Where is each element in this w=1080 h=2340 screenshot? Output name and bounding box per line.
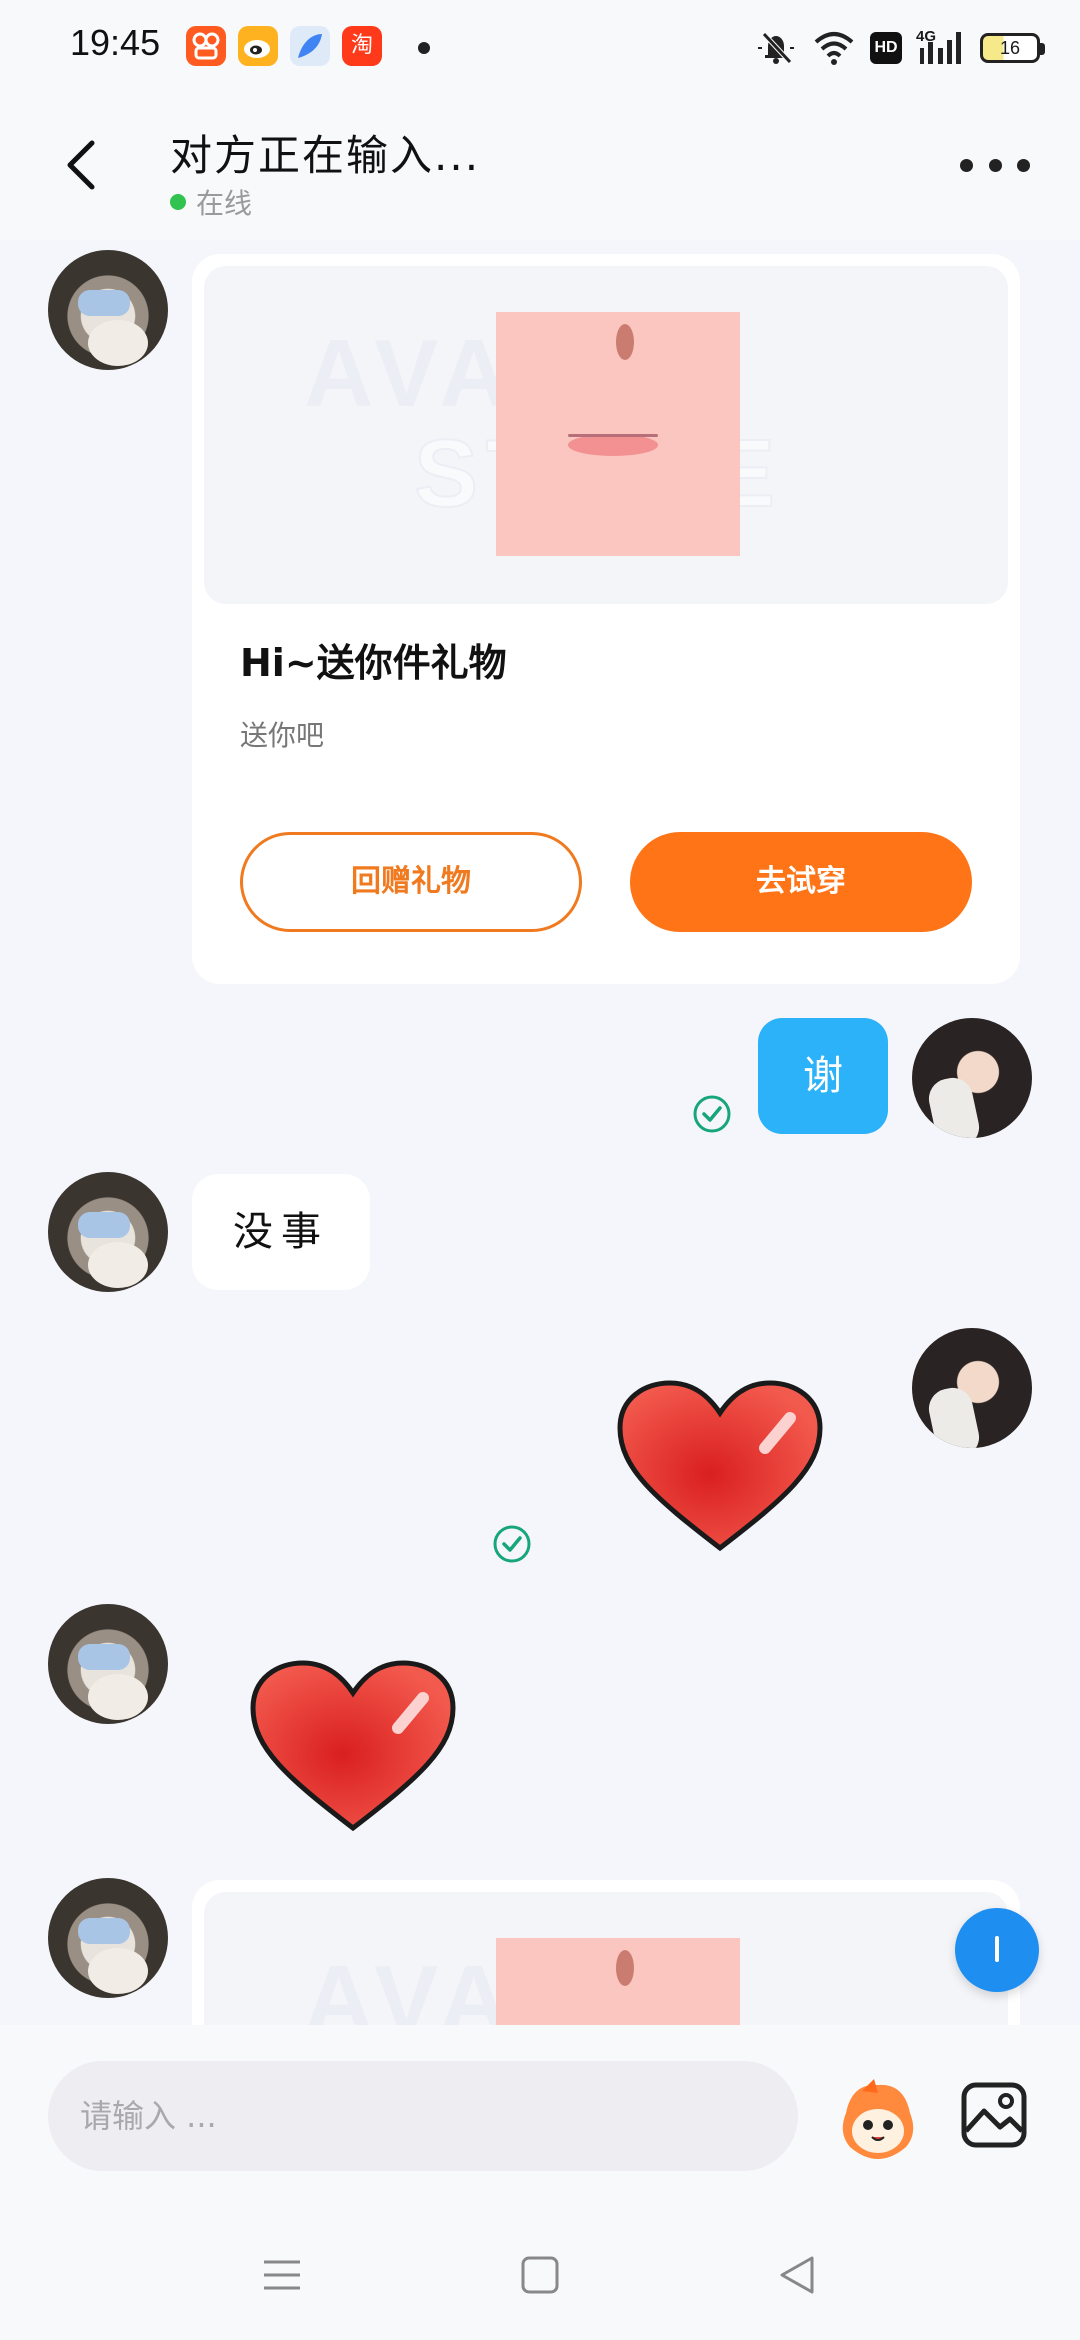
taobao-app-icon: 淘: [342, 26, 382, 66]
mute-bell-icon: [754, 28, 798, 68]
system-navigation-bar: [0, 2210, 1080, 2340]
contact-avatar[interactable]: [48, 1604, 168, 1724]
heart-sticker[interactable]: [248, 1658, 458, 1838]
back-triangle-icon[interactable]: [768, 2250, 828, 2300]
gift-title: Hi~送你件礼物: [240, 641, 507, 685]
back-button[interactable]: [50, 130, 110, 200]
mascot-emoji-icon[interactable]: [832, 2073, 924, 2165]
chevron-left-icon: [67, 140, 95, 190]
self-avatar[interactable]: [912, 1328, 1032, 1448]
lipstick-gift-thumbnail: [496, 1938, 740, 2025]
signal-icon: 4G: [916, 28, 966, 68]
status-time: 19:45: [70, 22, 161, 63]
hd-badge: HD: [870, 32, 902, 64]
menu-icon[interactable]: [252, 2250, 312, 2300]
gift-preview-image[interactable]: AVATAR STORE: [204, 266, 1008, 604]
received-message-bubble[interactable]: 没事: [192, 1174, 370, 1290]
online-dot-icon: [170, 194, 186, 210]
image-icon[interactable]: [958, 2079, 1030, 2151]
contact-avatar[interactable]: [48, 1878, 168, 1998]
self-avatar[interactable]: [912, 1018, 1032, 1138]
try-on-button[interactable]: 去试穿: [630, 832, 972, 932]
feather-app-icon: [290, 26, 330, 66]
more-dot-icon: [988, 158, 1002, 172]
chat-title: 对方正在输入...: [170, 131, 481, 180]
heart-sticker[interactable]: [615, 1378, 825, 1558]
home-icon[interactable]: [510, 2250, 570, 2300]
wifi-icon: [812, 28, 856, 68]
kuaishou-app-icon: [186, 26, 226, 66]
contact-avatar[interactable]: [48, 250, 168, 370]
contact-avatar[interactable]: [48, 1172, 168, 1292]
online-status: 在线: [170, 182, 252, 222]
lipstick-gift-thumbnail: [496, 312, 740, 556]
read-check-icon: [493, 1525, 531, 1563]
gift-card-message[interactable]: AVATAR: [192, 1880, 1020, 2025]
online-status-text: 在线: [196, 187, 253, 220]
gift-preview-image[interactable]: AVATAR: [204, 1892, 1008, 2025]
status-bar: 19:45 淘 HD 4G 16: [0, 0, 1080, 100]
message-input-bar: [0, 2025, 1080, 2210]
chat-header: 对方正在输入... 在线: [0, 100, 1080, 240]
read-check-icon: [693, 1095, 731, 1133]
weibo-app-icon: [238, 26, 278, 66]
sent-message-bubble[interactable]: 谢: [758, 1018, 888, 1134]
scroll-to-bottom-button[interactable]: [955, 1908, 1039, 1992]
return-gift-button[interactable]: 回赠礼物: [240, 832, 582, 932]
network-label: 4G: [916, 28, 937, 45]
notification-dot-icon: [418, 42, 430, 54]
more-dot-icon: [1017, 158, 1030, 172]
more-dot-icon: [960, 158, 973, 172]
message-input[interactable]: [48, 2061, 798, 2171]
status-icons: HD 4G 16: [754, 26, 1045, 70]
gift-subtitle: 送你吧: [240, 719, 325, 752]
more-options-button[interactable]: [960, 150, 1030, 180]
gift-card-message[interactable]: AVATAR STORE Hi~送你件礼物 送你吧 回赠礼物 去试穿: [192, 254, 1020, 984]
battery-icon: 16: [980, 33, 1045, 63]
chat-messages[interactable]: AVATAR STORE Hi~送你件礼物 送你吧 回赠礼物 去试穿 谢 没事: [0, 240, 1080, 2025]
